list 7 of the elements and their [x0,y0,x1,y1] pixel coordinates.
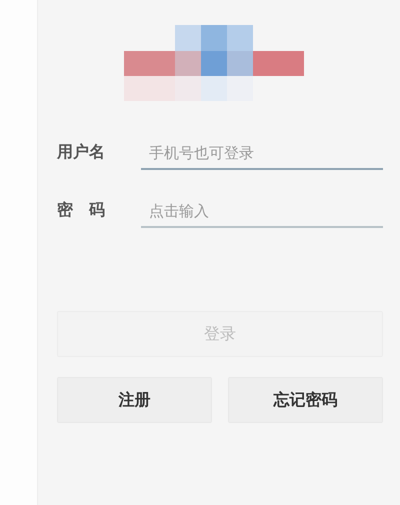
field-label: 密 码 [57,200,106,221]
register-button[interactable]: 注册 [57,377,212,423]
logo-icon [124,25,306,101]
input-field[interactable]: 手机号也可登录 [141,140,383,170]
forgot-password-button[interactable]: 忘记密码 [228,377,383,423]
field-label: 用户名 [57,142,106,163]
input-field[interactable]: 点击输入 [141,198,383,228]
